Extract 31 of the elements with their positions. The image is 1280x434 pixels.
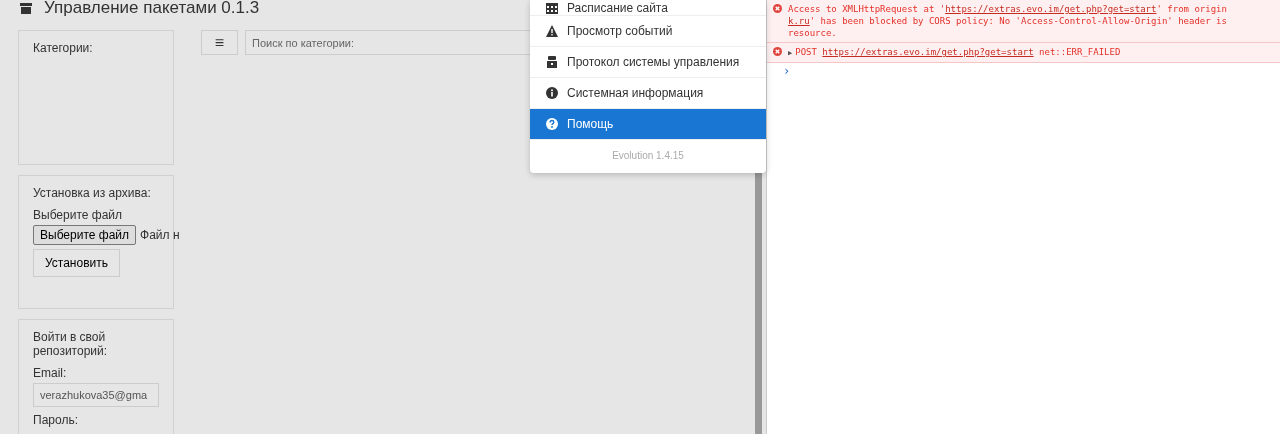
- error-icon: [773, 4, 782, 13]
- install-button[interactable]: Установить: [33, 249, 120, 277]
- email-label: Email:: [33, 366, 67, 380]
- password-label: Пароль:: [33, 413, 78, 427]
- info-icon: [546, 87, 558, 99]
- console-message: Access to XMLHttpRequest at 'https://extras.evo.im/get.php?get=start' from origin: [788, 3, 1227, 15]
- version-text: Evolution 1.4.15: [611, 149, 685, 163]
- email-field[interactable]: verazhukova35@gma: [33, 383, 159, 407]
- archive-icon: [20, 2, 32, 14]
- console-link[interactable]: https://extras.evo.im/get.php?get=start: [822, 47, 1034, 57]
- menu-button[interactable]: ≡: [201, 30, 238, 55]
- menu-item[interactable]: Просмотр событий: [530, 16, 766, 47]
- warning-icon: [546, 25, 558, 37]
- file-status: Файл н: [140, 228, 180, 242]
- menu-item[interactable]: Расписание сайта: [530, 0, 766, 16]
- page-title: Управление пакетами 0.1.3: [44, 0, 260, 16]
- console-message: k.ru' has been blocked by CORS policy: No 'Access-Control-Allow-Origin' header is: [788, 15, 1227, 27]
- choose-file-button[interactable]: Выберите файл: [33, 225, 137, 245]
- panel-heading: Войти в свой репозиторий:: [33, 330, 109, 358]
- error-icon: [773, 47, 782, 56]
- panel-heading: Установка из архива:: [33, 186, 151, 200]
- panel-heading: Категории:: [33, 41, 93, 55]
- console-message: resource.: [788, 27, 838, 39]
- console-prompt[interactable]: ›: [767, 63, 1280, 79]
- menu-item[interactable]: Протокол системы управления: [530, 47, 766, 78]
- menu-item[interactable]: Помощь: [530, 109, 766, 140]
- console-link[interactable]: k.ru: [788, 16, 810, 26]
- console-link[interactable]: https://extras.evo.im/get.php?get=start: [945, 4, 1157, 14]
- help-icon: [546, 118, 558, 130]
- file-label: Выберите файл: [33, 208, 123, 222]
- archive-drawer-icon: [546, 56, 558, 68]
